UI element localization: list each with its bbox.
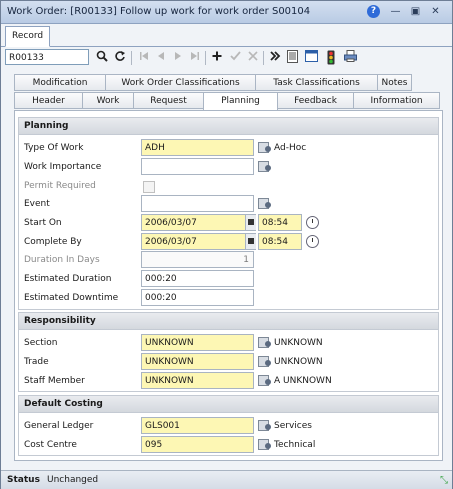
work-importance-field[interactable] <box>141 158 254 175</box>
clock-icon[interactable] <box>306 216 319 229</box>
complete-by-date-field[interactable]: 2006/03/07 <box>141 233 256 250</box>
type-of-work-label: Type Of Work <box>24 143 84 153</box>
minimize-icon[interactable]: — <box>389 5 402 18</box>
first-record-icon[interactable] <box>136 50 152 66</box>
duration-in-days-label: Duration In Days <box>24 255 100 265</box>
tab-request[interactable]: Request <box>133 92 204 109</box>
complete-by-label: Complete By <box>24 237 82 247</box>
type-of-work-field[interactable]: ADH <box>141 139 254 156</box>
general-ledger-field[interactable]: GLS001 <box>141 417 254 434</box>
record-number-input[interactable]: R00133 <box>5 49 89 65</box>
title-bar: Work Order: [R00133] Follow up work for … <box>1 1 452 24</box>
planning-section: Planning Type Of Work ADH Ad-Hoc Work Im… <box>18 117 439 310</box>
tab-work-order-classifications[interactable]: Work Order Classifications <box>105 74 256 91</box>
section-heading: Responsibility <box>19 313 438 330</box>
complete-by-time-field[interactable]: 08:54 <box>258 233 302 250</box>
lookup-icon[interactable] <box>257 418 271 432</box>
window-title: Work Order: [R00133] Follow up work for … <box>7 6 311 17</box>
clock-icon[interactable] <box>306 235 319 248</box>
responsibility-section: Responsibility Section UNKNOWN UNKNOWN T… <box>18 312 439 392</box>
estimated-downtime-field[interactable]: 000:20 <box>141 289 254 306</box>
status-label: Status <box>7 475 40 485</box>
tab-information[interactable]: Information <box>353 92 440 109</box>
refresh-icon[interactable] <box>112 50 128 66</box>
start-on-date-field[interactable]: 2006/03/07 <box>141 214 256 231</box>
start-on-label: Start On <box>24 218 62 228</box>
trade-label: Trade <box>24 357 49 367</box>
estimated-duration-label: Estimated Duration <box>24 274 112 284</box>
section-field[interactable]: UNKNOWN <box>141 334 254 351</box>
report-icon[interactable] <box>284 50 300 66</box>
traffic-light-icon[interactable] <box>323 50 339 66</box>
toolbar-separator <box>205 51 206 65</box>
accept-icon[interactable] <box>227 50 243 66</box>
section-label: Section <box>24 338 58 348</box>
work-importance-label: Work Importance <box>24 162 102 172</box>
next-record-icon[interactable] <box>170 50 186 66</box>
staff-member-label: Staff Member <box>24 376 85 386</box>
toolbar-separator <box>131 51 132 65</box>
planning-panel: Planning Type Of Work ADH Ad-Hoc Work Im… <box>14 110 443 461</box>
estimated-downtime-label: Estimated Downtime <box>24 293 119 303</box>
cancel-icon[interactable] <box>245 50 261 66</box>
cost-centre-field[interactable]: 095 <box>141 436 254 453</box>
lookup-icon[interactable] <box>257 335 271 349</box>
cost-centre-label: Cost Centre <box>24 440 77 450</box>
help-icon[interactable]: ? <box>367 5 380 18</box>
start-on-time-field[interactable]: 08:54 <box>258 214 302 231</box>
estimated-duration-field[interactable]: 000:20 <box>141 270 254 287</box>
status-value: Unchanged <box>47 475 99 485</box>
status-bar: Status Unchanged ⤡ <box>1 470 452 489</box>
search-icon[interactable] <box>94 50 110 66</box>
staff-member-description: A UNKNOWN <box>274 376 332 386</box>
event-field[interactable] <box>141 195 254 212</box>
tab-record[interactable]: Record <box>5 26 51 47</box>
trade-description: UNKNOWN <box>274 357 323 367</box>
cost-centre-description: Technical <box>274 440 316 450</box>
lookup-icon[interactable] <box>257 159 271 173</box>
lookup-icon[interactable] <box>257 354 271 368</box>
tab-task-classifications[interactable]: Task Classifications <box>255 74 378 91</box>
work-order-window: Work Order: [R00133] Follow up work for … <box>0 0 453 489</box>
general-ledger-label: General Ledger <box>24 421 94 431</box>
staff-member-field[interactable]: UNKNOWN <box>141 372 254 389</box>
print-icon[interactable] <box>342 50 358 66</box>
toolbar: R00133 <box>5 48 447 70</box>
section-heading: Planning <box>19 118 438 135</box>
restore-icon[interactable]: ▣ <box>409 5 422 18</box>
tab-modification[interactable]: Modification <box>14 74 106 91</box>
general-ledger-description: Services <box>274 421 312 431</box>
close-icon[interactable]: ✕ <box>429 5 442 18</box>
record-tab-strip: Record <box>1 24 452 47</box>
type-of-work-description: Ad-Hoc <box>274 143 307 153</box>
tab-planning[interactable]: Planning <box>203 92 278 111</box>
resize-grip-icon[interactable]: ⤡ <box>440 475 448 486</box>
calendar-icon[interactable] <box>245 215 256 230</box>
event-label: Event <box>24 199 50 209</box>
window-icon[interactable] <box>303 50 319 66</box>
trade-field[interactable]: UNKNOWN <box>141 353 254 370</box>
previous-record-icon[interactable] <box>153 50 169 66</box>
calendar-icon[interactable] <box>245 234 256 249</box>
permit-required-label: Permit Required <box>24 181 96 191</box>
last-record-icon[interactable] <box>187 50 203 66</box>
section-description: UNKNOWN <box>274 338 323 348</box>
tab-notes[interactable]: Notes <box>377 74 412 91</box>
tab-work[interactable]: Work <box>82 92 134 109</box>
default-costing-section: Default Costing General Ledger GLS001 Se… <box>18 395 439 456</box>
lookup-icon[interactable] <box>257 196 271 210</box>
lookup-icon[interactable] <box>257 140 271 154</box>
toolbar-separator <box>263 51 264 65</box>
lookup-icon[interactable] <box>257 437 271 451</box>
tab-header[interactable]: Header <box>14 92 83 109</box>
more-icon[interactable] <box>267 50 283 66</box>
tab-feedback[interactable]: Feedback <box>277 92 354 109</box>
permit-required-checkbox[interactable] <box>143 181 155 193</box>
add-icon[interactable] <box>209 50 225 66</box>
lookup-icon[interactable] <box>257 373 271 387</box>
duration-in-days-field: 1 <box>141 251 254 268</box>
section-heading: Default Costing <box>19 396 438 413</box>
